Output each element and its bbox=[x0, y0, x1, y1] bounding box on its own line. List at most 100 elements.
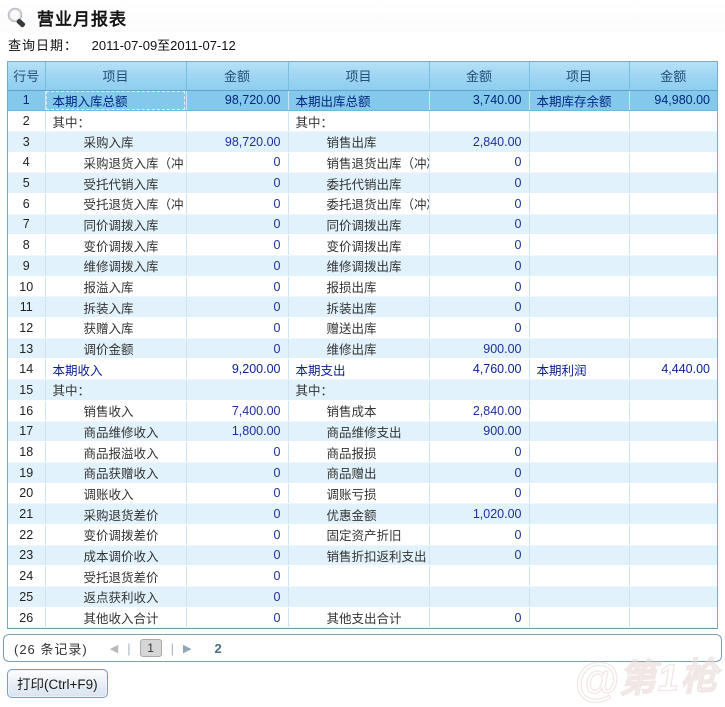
item-cell bbox=[529, 587, 629, 608]
amount-cell: 0 bbox=[186, 607, 288, 628]
prev-page-icon[interactable]: ◀ bbox=[110, 642, 118, 655]
row-number: 17 bbox=[8, 421, 45, 442]
amount-cell bbox=[429, 111, 529, 132]
item-cell: 受托退货入库（冲 bbox=[45, 193, 186, 214]
row-number: 1 bbox=[8, 90, 45, 111]
report-table-container: 行号项目金额项目金额项目金额 1本期入库总额98,720.00本期出库总额3,7… bbox=[7, 61, 718, 629]
amount-cell: 0 bbox=[186, 318, 288, 339]
amount-cell: 4,760.00 bbox=[429, 359, 529, 380]
table-row-8[interactable]: 8变价调拨入库0变价调拨出库0 bbox=[8, 235, 717, 256]
amount-cell: 94,980.00 bbox=[629, 90, 717, 111]
item-cell: 变价调拨出库 bbox=[288, 235, 429, 256]
table-row-11[interactable]: 11拆装入库0拆装出库0 bbox=[8, 297, 717, 318]
amount-cell: 0 bbox=[429, 235, 529, 256]
amount-cell: 0 bbox=[429, 152, 529, 173]
item-cell bbox=[529, 421, 629, 442]
table-row-9[interactable]: 9维修调拨入库0维修调拨出库0 bbox=[8, 256, 717, 277]
table-row-23[interactable]: 23成本调价收入0销售折扣返利支出0 bbox=[8, 545, 717, 566]
amount-cell bbox=[629, 483, 717, 504]
amount-cell: 0 bbox=[186, 462, 288, 483]
table-row-3[interactable]: 3采购入库98,720.00销售出库2,840.00 bbox=[8, 131, 717, 152]
item-cell bbox=[288, 587, 429, 608]
item-cell: 赠送出库 bbox=[288, 318, 429, 339]
table-row-24[interactable]: 24受托退货差价0 bbox=[8, 566, 717, 587]
watermark-text: 第1枪 bbox=[618, 657, 720, 697]
table-row-2[interactable]: 2其中：其中： bbox=[8, 111, 717, 132]
item-cell: 获赠入库 bbox=[45, 318, 186, 339]
table-row-17[interactable]: 17商品维修收入1,800.00商品维修支出900.00 bbox=[8, 421, 717, 442]
amount-cell bbox=[629, 152, 717, 173]
amount-cell bbox=[629, 235, 717, 256]
item-cell: 维修出库 bbox=[288, 338, 429, 359]
table-row-19[interactable]: 19商品获赠收入0商品赠出0 bbox=[8, 462, 717, 483]
item-cell: 商品维修支出 bbox=[288, 421, 429, 442]
item-cell: 销售成本 bbox=[288, 400, 429, 421]
amount-cell: 2,840.00 bbox=[429, 400, 529, 421]
item-cell bbox=[529, 173, 629, 194]
table-row-7[interactable]: 7同价调拨入库0同价调拨出库0 bbox=[8, 214, 717, 235]
column-header-0: 行号 bbox=[8, 62, 45, 90]
amount-cell: 0 bbox=[186, 297, 288, 318]
row-number: 2 bbox=[8, 111, 45, 132]
table-row-16[interactable]: 16销售收入7,400.00销售成本2,840.00 bbox=[8, 400, 717, 421]
table-row-15[interactable]: 15其中：其中： bbox=[8, 380, 717, 401]
table-row-25[interactable]: 25返点获利收入0 bbox=[8, 587, 717, 608]
amount-cell: 98,720.00 bbox=[186, 90, 288, 111]
amount-cell: 1,800.00 bbox=[186, 421, 288, 442]
item-cell: 本期出库总额 bbox=[288, 90, 429, 111]
table-row-12[interactable]: 12获赠入库0赠送出库0 bbox=[8, 318, 717, 339]
print-button[interactable]: 打印(Ctrl+F9) bbox=[7, 669, 108, 698]
amount-cell bbox=[629, 380, 717, 401]
amount-cell bbox=[186, 380, 288, 401]
item-cell: 其他收入合计 bbox=[45, 607, 186, 628]
table-row-21[interactable]: 21采购退货差价0优惠金额1,020.00 bbox=[8, 504, 717, 525]
table-row-1[interactable]: 1本期入库总额98,720.00本期出库总额3,740.00本期库存余额94,9… bbox=[8, 90, 717, 111]
table-row-18[interactable]: 18商品报溢收入0商品报损0 bbox=[8, 442, 717, 463]
table-row-14[interactable]: 14本期收入9,200.00本期支出4,760.00本期利润4,440.00 bbox=[8, 359, 717, 380]
query-date-label: 查询日期： bbox=[8, 38, 78, 53]
table-row-20[interactable]: 20调账收入0调账亏损0 bbox=[8, 483, 717, 504]
pager-separator: | bbox=[127, 641, 130, 656]
table-row-6[interactable]: 6受托退货入库（冲0委托退货出库（冲减0 bbox=[8, 193, 717, 214]
table-row-5[interactable]: 5受托代销入库0委托代销出库0 bbox=[8, 173, 717, 194]
item-cell: 商品赠出 bbox=[288, 462, 429, 483]
next-page-icon[interactable]: ▶ bbox=[183, 642, 191, 655]
table-row-26[interactable]: 26其他收入合计0其他支出合计0 bbox=[8, 607, 717, 628]
table-row-10[interactable]: 10报溢入库0报损出库0 bbox=[8, 276, 717, 297]
item-cell: 其中： bbox=[288, 380, 429, 401]
item-cell: 维修调拨出库 bbox=[288, 256, 429, 277]
page-2-link[interactable]: 2 bbox=[214, 641, 221, 656]
amount-cell: 0 bbox=[186, 442, 288, 463]
amount-cell: 0 bbox=[186, 545, 288, 566]
table-row-4[interactable]: 4采购退货入库（冲0销售退货出库（冲减0 bbox=[8, 152, 717, 173]
amount-cell bbox=[629, 400, 717, 421]
row-number: 26 bbox=[8, 607, 45, 628]
item-cell bbox=[529, 607, 629, 628]
table-row-13[interactable]: 13调价金额0维修出库900.00 bbox=[8, 338, 717, 359]
item-cell bbox=[529, 545, 629, 566]
amount-cell: 3,740.00 bbox=[429, 90, 529, 111]
amount-cell bbox=[629, 462, 717, 483]
row-number: 20 bbox=[8, 483, 45, 504]
item-cell: 固定资产折旧 bbox=[288, 524, 429, 545]
row-number: 24 bbox=[8, 566, 45, 587]
row-number: 13 bbox=[8, 338, 45, 359]
item-cell: 拆装出库 bbox=[288, 297, 429, 318]
item-cell bbox=[529, 462, 629, 483]
amount-cell: 0 bbox=[186, 214, 288, 235]
current-page-box[interactable]: 1 bbox=[140, 639, 162, 657]
item-cell: 其他支出合计 bbox=[288, 607, 429, 628]
item-cell bbox=[529, 297, 629, 318]
amount-cell: 98,720.00 bbox=[186, 131, 288, 152]
amount-cell bbox=[629, 545, 717, 566]
item-cell: 销售出库 bbox=[288, 131, 429, 152]
column-header-2: 金额 bbox=[186, 62, 288, 90]
table-row-22[interactable]: 22变价调拨差价0固定资产折旧0 bbox=[8, 524, 717, 545]
amount-cell: 0 bbox=[429, 297, 529, 318]
item-cell bbox=[529, 400, 629, 421]
item-cell: 销售退货出库（冲减 bbox=[288, 152, 429, 173]
amount-cell: 0 bbox=[429, 462, 529, 483]
table-header: 行号项目金额项目金额项目金额 bbox=[8, 62, 717, 90]
column-header-4: 金额 bbox=[429, 62, 529, 90]
row-number: 6 bbox=[8, 193, 45, 214]
